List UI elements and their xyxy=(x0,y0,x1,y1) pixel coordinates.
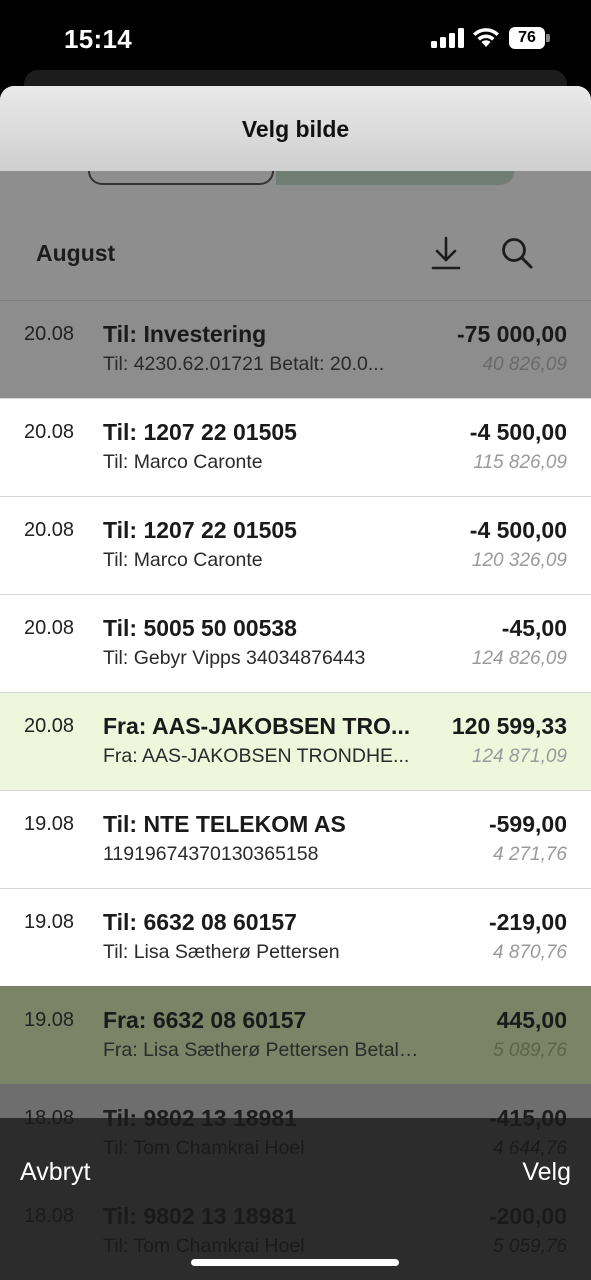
download-icon[interactable] xyxy=(430,236,462,270)
select-button[interactable]: Velg xyxy=(522,1158,571,1187)
transaction-row[interactable]: 20.08 Til: 1207 22 01505 Til: Marco Caront… xyxy=(0,398,591,496)
transaction-title: Til: 5005 50 00538 xyxy=(103,615,297,641)
transaction-date: 19.08 xyxy=(24,1009,75,1031)
transaction-row[interactable]: 20.08 Til: 1207 22 01505 Til: Marco Caront… xyxy=(0,496,591,594)
transaction-balance: 4 271,76 xyxy=(493,844,567,865)
card-hint xyxy=(276,171,514,185)
transaction-subtitle: Til: Marco Caronte xyxy=(103,549,263,571)
transaction-balance: 124 826,09 xyxy=(471,648,567,669)
transaction-date: 19.08 xyxy=(24,911,75,933)
transaction-amount: 445,00 xyxy=(496,1007,567,1033)
status-time: 15:14 xyxy=(64,24,132,54)
transaction-date: 19.08 xyxy=(24,813,75,835)
segment-control-hint xyxy=(88,171,274,185)
transaction-subtitle: Til: Gebyr Vipps 34034876443 xyxy=(103,647,366,669)
image-picker-sheet: Velg bilde August 20.08 Til: Investering T… xyxy=(0,86,591,1280)
transaction-amount: -219,00 xyxy=(488,909,567,935)
transaction-subtitle: Til: Lisa Sætherø Pettersen xyxy=(103,941,340,963)
battery-level: 76 xyxy=(509,27,545,49)
picker-toolbar: Avbryt Velg xyxy=(0,1118,591,1280)
battery-cap xyxy=(546,34,550,42)
transaction-balance: 4 870,76 xyxy=(493,942,567,963)
transaction-amount: -4 500,00 xyxy=(469,419,567,445)
transaction-title: Fra: AAS-JAKOBSEN TRO... xyxy=(103,713,411,739)
month-header: August xyxy=(0,220,591,300)
transaction-amount: -4 500,00 xyxy=(469,517,567,543)
battery-icon: 76 xyxy=(509,27,551,49)
transaction-title: Til: 1207 22 01505 xyxy=(103,517,297,543)
home-indicator xyxy=(191,1259,399,1266)
transaction-row[interactable]: 20.08 Til: Investering Til: 4230.62.01721 … xyxy=(0,300,591,398)
wifi-icon xyxy=(473,28,499,47)
transaction-subtitle: Til: Marco Caronte xyxy=(103,451,263,473)
transaction-subtitle: 11919674370130365158 xyxy=(103,843,319,865)
transaction-subtitle: Fra: AAS-JAKOBSEN TRONDHE... xyxy=(103,745,410,767)
month-title: August xyxy=(36,240,116,266)
transaction-subtitle: Til: 4230.62.01721 Betalt: 20.0... xyxy=(103,353,385,375)
modal-title: Velg bilde xyxy=(241,116,350,142)
transaction-balance: 115 826,09 xyxy=(473,452,567,473)
transaction-balance: 5 089,76 xyxy=(493,1040,567,1061)
transaction-title: Til: 6632 08 60157 xyxy=(103,909,297,935)
transaction-row[interactable]: 19.08 Fra: 6632 08 60157 Fra: Lisa Sætherø… xyxy=(0,986,591,1084)
transaction-title: Til: NTE TELEKOM AS xyxy=(103,811,346,837)
transaction-balance: 124 871,09 xyxy=(471,746,567,767)
transaction-row[interactable]: 20.08 Til: 5005 50 00538 Til: Gebyr Vipps … xyxy=(0,594,591,692)
modal-header: Velg bilde xyxy=(0,86,591,171)
transaction-date: 20.08 xyxy=(24,421,75,443)
transaction-balance: 120 326,09 xyxy=(471,550,567,571)
transaction-amount: -599,00 xyxy=(488,811,567,837)
transaction-row[interactable]: 20.08 Fra: AAS-JAKOBSEN TRO... Fra: AAS-JA… xyxy=(0,692,591,790)
signal-icon xyxy=(431,28,464,48)
transaction-title: Til: Investering xyxy=(103,321,267,347)
transaction-row[interactable]: 19.08 Til: NTE TELEKOM AS 1191967437013036… xyxy=(0,790,591,888)
transaction-subtitle: Fra: Lisa Sætherø Pettersen Betalt:... xyxy=(103,1039,421,1061)
transaction-title: Til: 1207 22 01505 xyxy=(103,419,297,445)
transaction-date: 20.08 xyxy=(24,617,75,639)
transaction-amount: -45,00 xyxy=(501,615,567,641)
cancel-button[interactable]: Avbryt xyxy=(20,1158,90,1187)
transaction-balance: 40 826,09 xyxy=(482,354,567,375)
transaction-date: 20.08 xyxy=(24,715,75,737)
transaction-title: Fra: 6632 08 60157 xyxy=(103,1007,307,1033)
transaction-date: 20.08 xyxy=(24,323,75,345)
search-icon[interactable] xyxy=(500,236,534,270)
transaction-row[interactable]: 19.08 Til: 6632 08 60157 Til: Lisa Sætherø… xyxy=(0,888,591,986)
transaction-amount: -75 000,00 xyxy=(457,321,567,347)
transaction-date: 20.08 xyxy=(24,519,75,541)
transaction-amount: 120 599,33 xyxy=(451,713,567,739)
